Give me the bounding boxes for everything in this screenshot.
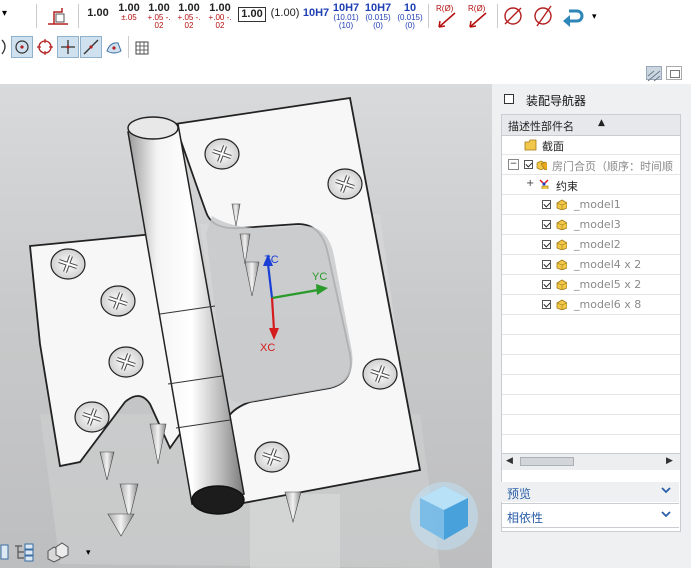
radius-arrow-icon bbox=[438, 12, 456, 28]
navigator-tree: 描述性部件名 ▲ 截面 − 房门合页（顺序：时间顺 + 约束 _model1 _… bbox=[501, 114, 681, 532]
dropdown-arrow-icon[interactable]: ▾ bbox=[2, 8, 7, 19]
visibility-checkbox[interactable] bbox=[542, 260, 551, 269]
tolerance-style-unilateral-minus[interactable]: 1.00 +.00 -.02 bbox=[207, 3, 233, 30]
tree-row-empty bbox=[502, 315, 680, 335]
toolbar-snap bbox=[0, 32, 691, 63]
undo-arrow-icon[interactable] bbox=[561, 5, 587, 27]
tolerance-style-limits[interactable]: 1.00 +.05 -.02 bbox=[146, 3, 172, 30]
section-preview[interactable]: 预览 bbox=[501, 482, 679, 502]
assembly-icon bbox=[536, 160, 547, 170]
tree-row-model6[interactable]: _model6 x 8 bbox=[502, 295, 680, 315]
tree-row-empty bbox=[502, 435, 680, 455]
tolerance-style-bilateral[interactable]: 1.00 ±.05 bbox=[116, 3, 142, 22]
fit-style-tolerance-only[interactable]: 10 (0.015) (0) bbox=[396, 3, 424, 30]
part-icon bbox=[556, 219, 567, 230]
arc-snap-icon[interactable] bbox=[0, 38, 10, 56]
assembly-navigator: 装配导航器 描述性部件名 ▲ 截面 − 房门合页（顺序：时间顺 + 约束 _mo… bbox=[492, 84, 691, 568]
layer-icon[interactable] bbox=[0, 542, 10, 562]
toolbar-overflow-icon[interactable]: ▾ bbox=[592, 12, 597, 22]
part-icon bbox=[556, 199, 567, 210]
visibility-checkbox[interactable] bbox=[542, 240, 551, 249]
datum-feature-icon[interactable] bbox=[44, 4, 72, 28]
grid-icon[interactable] bbox=[134, 40, 150, 56]
radius-arrow-icon bbox=[469, 12, 487, 28]
chevron-down-icon bbox=[661, 511, 671, 518]
navigator-pin-icon[interactable] bbox=[504, 94, 514, 104]
curve-snap-button[interactable] bbox=[80, 36, 102, 58]
bottom-dropdown-icon[interactable]: ▾ bbox=[86, 548, 91, 558]
tree-row-assembly-root[interactable]: − 房门合页（顺序：时间顺 bbox=[502, 155, 680, 175]
bottom-toolbar: ▾ bbox=[0, 538, 100, 568]
tree-row-empty bbox=[502, 335, 680, 355]
column-header[interactable]: 描述性部件名 ▲ bbox=[502, 115, 680, 136]
fit-style-class[interactable]: 10H7 bbox=[302, 8, 330, 19]
tree-row-constraints[interactable]: + 约束 bbox=[502, 175, 680, 195]
radius-dim-button-1[interactable]: R(Ø) bbox=[433, 3, 461, 29]
section-dependencies[interactable]: 相依性 bbox=[501, 506, 679, 526]
watermark-logo bbox=[410, 482, 478, 550]
view-strip bbox=[0, 62, 691, 84]
scroll-right-icon[interactable]: ▶ bbox=[666, 456, 673, 466]
quadrant-point-icon bbox=[37, 39, 53, 55]
tree-row-empty bbox=[502, 415, 680, 435]
chevron-down-icon bbox=[661, 487, 671, 494]
resource-bar-icon[interactable] bbox=[646, 66, 662, 82]
assembly-tree-icon[interactable] bbox=[12, 542, 36, 562]
tree-row-section[interactable]: 截面 bbox=[502, 135, 680, 155]
axis-label-xc: XC bbox=[260, 342, 276, 354]
visibility-checkbox[interactable] bbox=[542, 220, 551, 229]
point-on-curve-icon bbox=[83, 39, 99, 55]
point-snap-button[interactable] bbox=[11, 36, 33, 58]
radius-dim-button-2[interactable]: R(Ø) bbox=[464, 3, 492, 29]
visibility-checkbox[interactable] bbox=[542, 280, 551, 289]
part-icon bbox=[556, 239, 567, 250]
tolerance-style-unilateral[interactable]: 1.00 +.05 -.02 bbox=[176, 3, 202, 30]
fit-style-class-limits[interactable]: 10H7 (10.01) (10) bbox=[332, 3, 360, 30]
tree-row-empty bbox=[502, 375, 680, 395]
components-icon[interactable] bbox=[44, 541, 70, 563]
diameter-dim-icon[interactable] bbox=[501, 4, 525, 28]
crosshair-icon bbox=[61, 40, 75, 54]
surface-point-icon[interactable] bbox=[104, 39, 124, 57]
tree-row-model2[interactable]: _model2 bbox=[502, 235, 680, 255]
hole-dim-icon[interactable] bbox=[531, 4, 555, 28]
visibility-checkbox[interactable] bbox=[542, 200, 551, 209]
scroll-left-icon[interactable]: ◀ bbox=[506, 456, 513, 466]
visibility-checkbox[interactable] bbox=[542, 300, 551, 309]
pattern-icon bbox=[647, 70, 661, 82]
fit-style-class-tolerance[interactable]: 10H7 (0.015) (0) bbox=[364, 3, 392, 30]
folder-icon bbox=[524, 139, 537, 151]
quadrant-snap-button[interactable] bbox=[34, 36, 56, 58]
column-header-label: 描述性部件名 bbox=[508, 120, 574, 133]
tolerance-style-basic[interactable]: 1.00 bbox=[238, 7, 266, 22]
tolerance-style-none[interactable]: 1.00 bbox=[86, 8, 110, 19]
tree-row-empty bbox=[502, 355, 680, 375]
constraint-icon bbox=[539, 179, 549, 189]
graphics-viewport[interactable]: ZC YC XC bbox=[0, 84, 492, 568]
tree-row-empty bbox=[502, 395, 680, 415]
tree-row-model4[interactable]: _model4 x 2 bbox=[502, 255, 680, 275]
center-point-icon bbox=[15, 40, 29, 54]
tree-row-model5[interactable]: _model5 x 2 bbox=[502, 275, 680, 295]
intersection-snap-button[interactable] bbox=[57, 36, 79, 58]
tree-row-model3[interactable]: _model3 bbox=[502, 215, 680, 235]
navigator-title: 装配导航器 bbox=[526, 94, 587, 108]
axis-label-zc: ZC bbox=[264, 254, 279, 266]
scroll-thumb[interactable] bbox=[520, 457, 574, 466]
toolbar-annotation: ▾ 1.00 1.00 ±.05 1.00 +.05 -.02 1.00 +.0… bbox=[0, 0, 691, 32]
collapse-icon[interactable]: − bbox=[508, 159, 519, 170]
tree-row-model1[interactable]: _model1 bbox=[502, 195, 680, 215]
expand-icon[interactable]: + bbox=[526, 178, 534, 189]
part-icon bbox=[556, 299, 567, 310]
part-icon bbox=[556, 259, 567, 270]
axis-label-yc: YC bbox=[312, 271, 328, 283]
visibility-checkbox[interactable] bbox=[524, 160, 533, 169]
sort-ascending-icon[interactable]: ▲ bbox=[598, 118, 605, 128]
part-icon bbox=[556, 279, 567, 290]
panel-toggle-icon[interactable] bbox=[666, 66, 682, 80]
horizontal-scrollbar[interactable]: ◀ ▶ bbox=[502, 453, 680, 470]
tolerance-style-reference[interactable]: (1.00) bbox=[270, 8, 300, 19]
